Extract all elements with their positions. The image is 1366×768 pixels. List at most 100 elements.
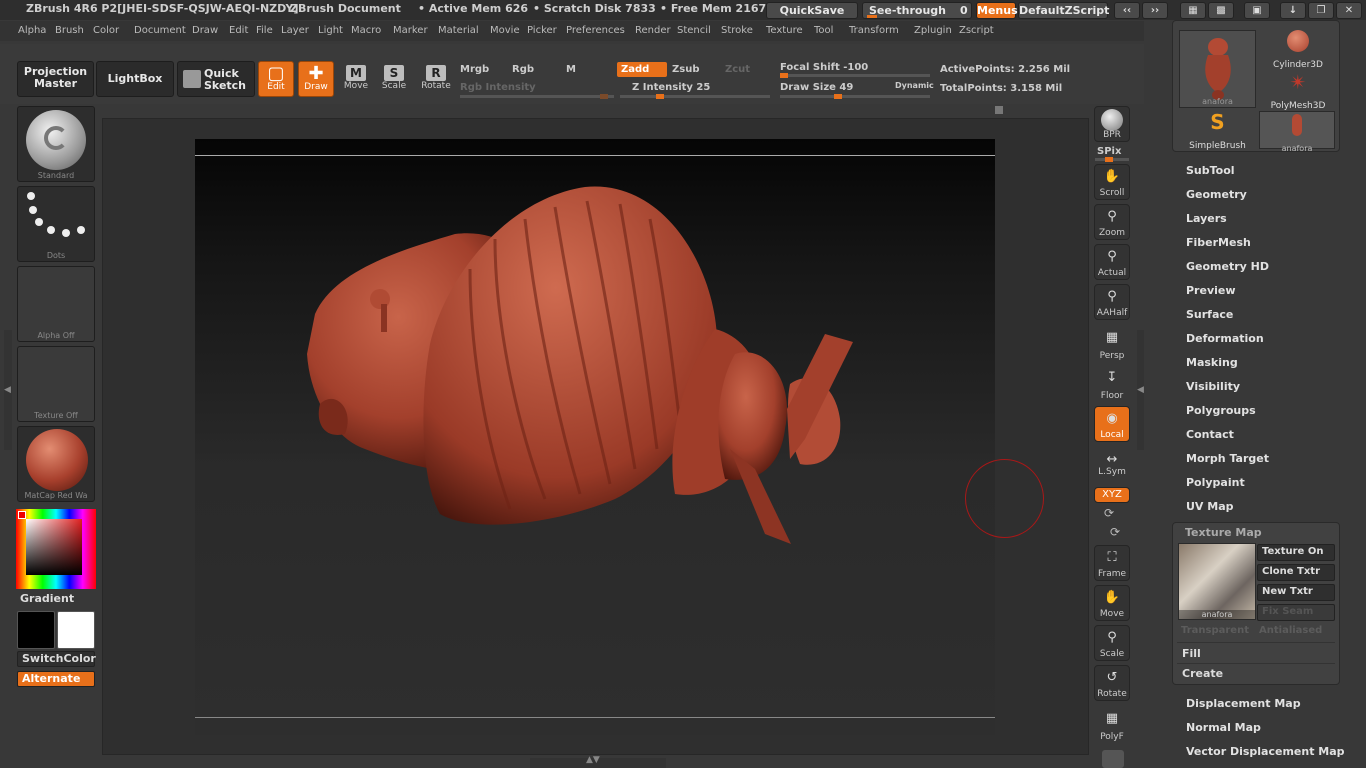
tool-thumb-cylinder[interactable]: Cylinder3D <box>1263 30 1333 70</box>
doc-resize-handle[interactable] <box>995 106 1003 114</box>
section-surface[interactable]: Surface <box>1186 308 1233 321</box>
menu-edit[interactable]: Edit <box>229 25 248 36</box>
spix-slider[interactable]: SPix <box>1097 146 1121 157</box>
section-geometry[interactable]: Geometry <box>1186 188 1247 201</box>
restore-icon[interactable]: ❐ <box>1308 2 1334 19</box>
rgb-intensity-slider[interactable]: Rgb Intensity <box>460 82 536 93</box>
brush-thumb[interactable]: Standard <box>17 106 95 182</box>
menu-alpha[interactable]: Alpha <box>18 25 46 36</box>
zcut-button[interactable]: Zcut <box>725 64 750 75</box>
tool-thumb-polymesh[interactable]: ✴ PolyMesh3D <box>1263 71 1333 111</box>
section-polygroups[interactable]: Polygroups <box>1186 404 1256 417</box>
lightbox-button[interactable]: LightBox <box>96 61 174 97</box>
polyf-button[interactable]: ▦ PolyF <box>1094 707 1130 743</box>
bpr-button[interactable]: BPR <box>1094 106 1130 142</box>
section-normal-map[interactable]: Normal Map <box>1186 721 1261 734</box>
projection-master-button[interactable]: Projection Master <box>17 61 94 97</box>
next-icon[interactable]: ›› <box>1142 2 1168 19</box>
m-button[interactable]: M <box>566 64 576 75</box>
floor-button[interactable]: ↧ Floor <box>1094 366 1130 402</box>
menu-transform[interactable]: Transform <box>849 25 899 36</box>
dynamic-toggle[interactable]: Dynamic <box>895 81 934 90</box>
transparent-toggle[interactable]: Transparent <box>1181 625 1249 636</box>
section-displacement-map[interactable]: Displacement Map <box>1186 697 1301 710</box>
section-morph-target[interactable]: Morph Target <box>1186 452 1269 465</box>
move-button[interactable]: M Move <box>338 61 374 97</box>
material-thumb[interactable]: MatCap Red Wa <box>17 426 95 502</box>
menus-button[interactable]: Menus <box>976 2 1018 19</box>
section-preview[interactable]: Preview <box>1186 284 1236 297</box>
default-zscript-button[interactable]: DefaultZScript <box>1018 2 1109 19</box>
rotate-button[interactable]: R Rotate <box>418 61 454 97</box>
quick-sketch-button[interactable]: Quick Sketch <box>177 61 255 97</box>
fix-seam-button[interactable]: Fix Seam <box>1257 604 1335 621</box>
viewport-canvas[interactable] <box>195 139 995 735</box>
tool-thumb-simplebrush[interactable]: S SimpleBrush <box>1179 111 1256 151</box>
local-button[interactable]: ◉ Local <box>1094 406 1130 442</box>
section-subtool[interactable]: SubTool <box>1186 164 1235 177</box>
edit-button[interactable]: ▢ Edit <box>258 61 294 97</box>
frame-button[interactable]: ⛶ Frame <box>1094 545 1130 581</box>
close-icon[interactable]: ✕ <box>1336 2 1362 19</box>
antialiased-toggle[interactable]: Antialiased <box>1259 625 1322 636</box>
fill-button[interactable]: Fill <box>1182 647 1201 660</box>
menu-zscript[interactable]: Zscript <box>959 25 994 36</box>
gradient-label[interactable]: Gradient <box>20 592 74 605</box>
menu-document[interactable]: Document <box>134 25 186 36</box>
section-layers[interactable]: Layers <box>1186 212 1227 225</box>
menu-render[interactable]: Render <box>635 25 671 36</box>
menu-preferences[interactable]: Preferences <box>566 25 625 36</box>
zoom-button[interactable]: ⚲ Zoom <box>1094 204 1130 240</box>
section-vector-displacement-map[interactable]: Vector Displacement Map <box>1186 745 1345 758</box>
alternate-button[interactable]: Alternate <box>17 671 95 687</box>
tool-thumb-anafora[interactable]: anafora <box>1179 30 1256 108</box>
color-picker[interactable] <box>16 509 96 589</box>
scale-view-button[interactable]: ⚲ Scale <box>1094 625 1130 661</box>
menu-layer[interactable]: Layer <box>281 25 309 36</box>
section-geometry-hd[interactable]: Geometry HD <box>1186 260 1269 273</box>
clone-txtr-button[interactable]: Clone Txtr <box>1257 564 1335 581</box>
rotate-y-icon[interactable]: ⟳ <box>1104 506 1114 520</box>
left-tray-handle[interactable]: ◀ <box>4 330 12 450</box>
section-deformation[interactable]: Deformation <box>1186 332 1264 345</box>
see-through-slider[interactable]: See-through 0 <box>862 2 972 19</box>
menu-tool[interactable]: Tool <box>814 25 833 36</box>
mrgb-button[interactable]: Mrgb <box>460 64 489 75</box>
menu-zplugin[interactable]: Zplugin <box>914 25 952 36</box>
transp-icon[interactable] <box>1102 750 1124 768</box>
actual-button[interactable]: ⚲ Actual <box>1094 244 1130 280</box>
texture-thumb[interactable]: Texture Off <box>17 346 95 422</box>
main-color-swatch[interactable] <box>17 611 55 649</box>
menu-light[interactable]: Light <box>318 25 343 36</box>
move-view-button[interactable]: ✋ Move <box>1094 585 1130 621</box>
create-button[interactable]: Create <box>1182 667 1223 680</box>
stroke-thumb[interactable]: Dots <box>17 186 95 262</box>
draw-button[interactable]: ✚ Draw <box>298 61 334 97</box>
menu-picker[interactable]: Picker <box>527 25 557 36</box>
layout2-icon[interactable]: ▩ <box>1208 2 1234 19</box>
texture-thumb[interactable]: anafora <box>1178 543 1256 620</box>
new-txtr-button[interactable]: New Txtr <box>1257 584 1335 601</box>
persp-button[interactable]: ▦ Persp <box>1094 326 1130 362</box>
section-fibermesh[interactable]: FiberMesh <box>1186 236 1251 249</box>
zadd-button[interactable]: Zadd <box>621 64 649 75</box>
rotate-view-button[interactable]: ↺ Rotate <box>1094 665 1130 701</box>
zsub-button[interactable]: Zsub <box>672 64 699 75</box>
menu-texture[interactable]: Texture <box>766 25 803 36</box>
switch-color-button[interactable]: SwitchColor <box>17 651 96 667</box>
scale-button[interactable]: S Scale <box>376 61 412 97</box>
rotate-z-icon[interactable]: ⟳ <box>1110 525 1120 539</box>
bottom-tray-handle[interactable]: ▲▼ <box>530 755 666 768</box>
z-intensity-slider[interactable]: Z Intensity 25 <box>632 82 710 93</box>
minimize-icon[interactable]: ↓ <box>1280 2 1306 19</box>
menu-material[interactable]: Material <box>438 25 479 36</box>
section-uv-map[interactable]: UV Map <box>1186 500 1234 513</box>
quicksave-button[interactable]: QuickSave <box>766 2 858 19</box>
section-polypaint[interactable]: Polypaint <box>1186 476 1245 489</box>
secondary-color-swatch[interactable] <box>57 611 95 649</box>
texture-map-title[interactable]: Texture Map <box>1185 526 1262 539</box>
lock-icon[interactable]: ▣ <box>1244 2 1270 19</box>
menu-stencil[interactable]: Stencil <box>677 25 711 36</box>
focal-shift-slider[interactable]: Focal Shift -100 <box>780 62 868 73</box>
draw-size-slider[interactable]: Draw Size 49 <box>780 82 853 93</box>
